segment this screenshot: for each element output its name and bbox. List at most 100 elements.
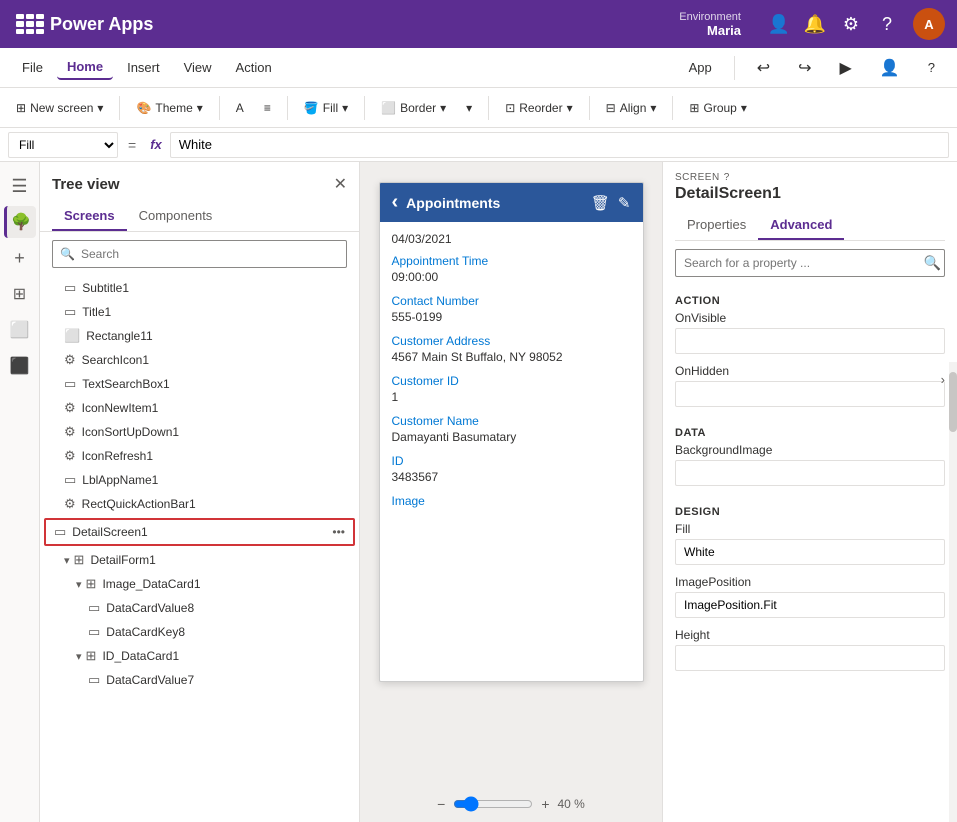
formula-selector[interactable]: Fill (8, 132, 118, 158)
tab-advanced[interactable]: Advanced (758, 211, 844, 240)
reorder-btn[interactable]: ⊡ Reorder ▾ (497, 97, 580, 119)
help-btn[interactable]: ? (918, 56, 945, 79)
formula-input[interactable] (170, 132, 949, 158)
tree-item-detailform1[interactable]: ▾ ⊞ DetailForm1 (40, 548, 359, 572)
screen-help-icon[interactable]: ? (724, 172, 730, 183)
tab-properties[interactable]: Properties (675, 211, 758, 240)
right-panel-header: SCREEN ? DetailScreen1 (663, 162, 957, 211)
share-btn[interactable]: 👤 (870, 54, 910, 82)
rectangle11-icon: ⬜ (64, 328, 80, 344)
group-btn[interactable]: ⊞ Group ▾ (681, 97, 754, 119)
back-icon[interactable]: ‹ (392, 191, 399, 214)
tree-item-searchicon1[interactable]: ⚙ SearchIcon1 (40, 348, 359, 372)
user-icon[interactable]: 👤 (763, 8, 795, 40)
tree-item-id-datacard1[interactable]: ▾ ⊞ ID_DataCard1 (40, 644, 359, 668)
chevron-down-icon: ▾ (466, 101, 472, 115)
right-scrollbar[interactable] (949, 362, 957, 822)
bell-icon[interactable]: 🔔 (799, 8, 831, 40)
waffle-icon[interactable] (12, 10, 40, 38)
tree-item-textsearchbox1[interactable]: ▭ TextSearchBox1 (40, 372, 359, 396)
height-input[interactable] (675, 645, 945, 671)
iconnewitem1-icon: ⚙ (64, 400, 76, 416)
theme-btn[interactable]: 🎨 Theme ▾ (128, 97, 210, 119)
onhidden-input[interactable] (675, 381, 945, 407)
sidebar-treeview-btn[interactable]: 🌳 (4, 206, 36, 238)
detailscreen1-dots[interactable]: ••• (332, 525, 345, 539)
sidebar-insert-btn[interactable]: + (4, 242, 36, 274)
onvisible-input[interactable] (675, 328, 945, 354)
align-text-btn[interactable]: ≡ (256, 97, 279, 119)
rectquickactionbar1-icon: ⚙ (64, 496, 76, 512)
menu-action[interactable]: Action (226, 56, 282, 79)
right-scrollbar-thumb[interactable] (949, 372, 957, 432)
tree-item-datacardvalue7[interactable]: ▭ DataCardValue7 (40, 668, 359, 692)
tree-item-title1[interactable]: ▭ Title1 (40, 300, 359, 324)
searchicon1-icon: ⚙ (64, 352, 76, 368)
edit-icon[interactable]: ✎ (618, 194, 631, 212)
settings-icon[interactable]: ⚙ (835, 8, 867, 40)
onhidden-label: OnHidden (675, 364, 945, 378)
tree-close-btn[interactable]: ✕ (334, 174, 347, 194)
theme-chevron: ▾ (197, 101, 203, 115)
reorder-label: Reorder (519, 101, 562, 115)
tree-item-subtitle1[interactable]: ▭ Subtitle1 (40, 276, 359, 300)
sidebar-media-btn[interactable]: ⬜ (4, 314, 36, 346)
undo-btn[interactable]: ↩ (747, 54, 780, 82)
delete-icon[interactable]: 🗑 (591, 194, 610, 212)
tree-item-rectangle11[interactable]: ⬜ Rectangle11 (40, 324, 359, 348)
tree-item-lblappname1[interactable]: ▭ LblAppName1 (40, 468, 359, 492)
zoom-out-btn[interactable]: − (437, 796, 445, 812)
menu-home[interactable]: Home (57, 55, 113, 80)
menu-view[interactable]: View (174, 56, 222, 79)
sep1 (734, 56, 735, 80)
screen-label: SCREEN ? (675, 172, 945, 183)
formula-bar: Fill = fx (0, 128, 957, 162)
sidebar-components-btn[interactable]: ⬛ (4, 350, 36, 382)
tab-screens[interactable]: Screens (52, 202, 127, 231)
backgroundimage-input[interactable] (675, 460, 945, 486)
tree-item-detailscreen1[interactable]: ▭ DetailScreen1 ••• (44, 518, 355, 546)
sidebar-expand-btn[interactable]: ☰ (4, 170, 36, 202)
right-panel-collapse[interactable]: › (941, 372, 945, 387)
tree-item-rectquickactionbar1[interactable]: ⚙ RectQuickActionBar1 (40, 492, 359, 516)
sidebar-icons: ☰ 🌳 + ⊞ ⬜ ⬛ (0, 162, 40, 822)
new-screen-chevron: ▾ (97, 101, 103, 115)
tree-item-iconsortupdown1[interactable]: ⚙ IconSortUpDown1 (40, 420, 359, 444)
panel-search-icon[interactable]: 🔍 (924, 255, 941, 272)
fill-btn[interactable]: 🪣 Fill ▾ (296, 97, 356, 119)
field-label-custid: Customer ID (392, 374, 631, 388)
menu-file[interactable]: File (12, 56, 53, 79)
tree-item-iconnewitem1[interactable]: ⚙ IconNewItem1 (40, 396, 359, 420)
app-btn[interactable]: App (679, 56, 722, 79)
tab-components[interactable]: Components (127, 202, 225, 231)
align-icon: ⊟ (606, 101, 616, 115)
menu-insert[interactable]: Insert (117, 56, 170, 79)
zoom-in-btn[interactable]: + (541, 796, 549, 812)
datacardkey8-label: DataCardKey8 (106, 625, 185, 639)
textsearchbox1-icon: ▭ (64, 376, 76, 392)
tree-search-input[interactable] (52, 240, 347, 268)
field-link-image[interactable]: Image (392, 494, 631, 508)
tree-item-datacardvalue8[interactable]: ▭ DataCardValue8 (40, 596, 359, 620)
sep6 (488, 96, 489, 120)
help-icon-top[interactable]: ? (871, 8, 903, 40)
chevron-down-btn[interactable]: ▾ (458, 97, 480, 119)
sidebar-data-btn[interactable]: ⊞ (4, 278, 36, 310)
imageposition-label: ImagePosition (675, 575, 945, 589)
font-btn[interactable]: A (228, 97, 252, 119)
fill-input[interactable] (675, 539, 945, 565)
panel-search-input[interactable] (675, 249, 945, 277)
tree-item-datacardkey8[interactable]: ▭ DataCardKey8 (40, 620, 359, 644)
border-btn[interactable]: ⬜ Border ▾ (373, 97, 454, 119)
run-btn[interactable]: ▶ (830, 54, 862, 82)
imageposition-input[interactable] (675, 592, 945, 618)
tree-item-image-datacard1[interactable]: ▾ ⊞ Image_DataCard1 (40, 572, 359, 596)
sep8 (672, 96, 673, 120)
redo-btn[interactable]: ↪ (788, 54, 821, 82)
avatar[interactable]: A (913, 8, 945, 40)
zoom-slider[interactable] (453, 796, 533, 812)
new-screen-btn[interactable]: ⊞ New screen ▾ (8, 97, 111, 119)
tree-item-iconrefresh1[interactable]: ⚙ IconRefresh1 (40, 444, 359, 468)
align-btn[interactable]: ⊟ Align ▾ (598, 97, 665, 119)
tree-items: ▭ Subtitle1 ▭ Title1 ⬜ Rectangle11 ⚙ Sea… (40, 276, 359, 822)
